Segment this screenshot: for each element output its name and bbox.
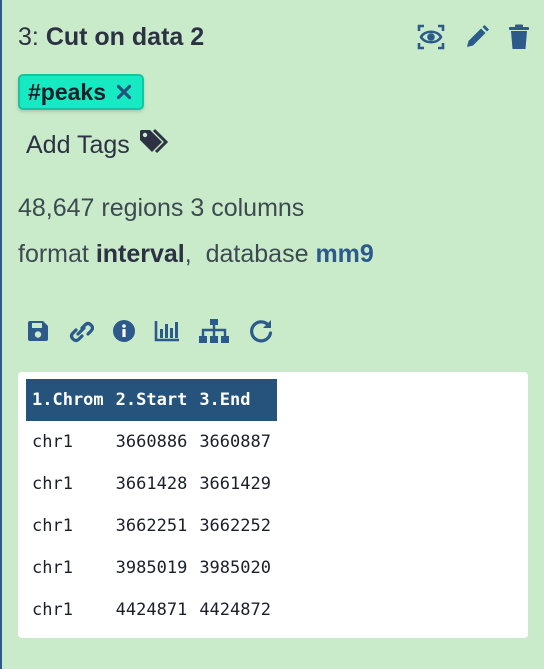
table-row: chr1 3661428 3661429 bbox=[26, 463, 277, 505]
table-cell: 3661429 bbox=[199, 474, 271, 494]
table-row: chr1 3660886 3660887 bbox=[26, 421, 277, 463]
format-prefix: format bbox=[18, 240, 89, 268]
table-row: chr1 3985019 3985020 bbox=[26, 547, 277, 589]
tag-label: #peaks bbox=[28, 78, 107, 105]
tags-icon bbox=[138, 128, 172, 163]
dataset-toolbar bbox=[26, 318, 274, 344]
info-icon[interactable] bbox=[112, 319, 136, 343]
format-separator: , bbox=[184, 240, 192, 268]
table-row: chr1 3662251 3662252 bbox=[26, 505, 277, 547]
dataset-header[interactable]: 3: Cut on data 2 bbox=[18, 20, 530, 54]
dataset-peek: 1.Chrom 2.Start 3.End chr1 3660886 36608… bbox=[18, 372, 528, 638]
column-header: 1.Chrom bbox=[26, 379, 110, 421]
table-cell: 3662252 bbox=[199, 516, 271, 536]
table-cell: chr1 bbox=[32, 516, 73, 536]
save-icon[interactable] bbox=[26, 319, 50, 343]
add-tags-label: Add Tags bbox=[26, 130, 130, 159]
table-cell: 3660887 bbox=[199, 432, 271, 452]
eye-icon[interactable] bbox=[416, 22, 446, 52]
database-value[interactable]: mm9 bbox=[315, 240, 373, 268]
peek-table: 1.Chrom 2.Start 3.End chr1 3660886 36608… bbox=[26, 379, 277, 631]
database-prefix: database bbox=[205, 240, 309, 268]
dataset-format-line: format interval, database mm9 bbox=[18, 240, 374, 269]
table-cell: 3985019 bbox=[115, 558, 188, 578]
table-cell: chr1 bbox=[32, 558, 73, 578]
dataset-hid: 3: bbox=[18, 22, 39, 51]
panel-border bbox=[0, 0, 2, 669]
sitemap-icon[interactable] bbox=[198, 318, 230, 344]
table-cell: 3660886 bbox=[115, 432, 188, 452]
format-value: interval bbox=[95, 240, 185, 268]
table-cell: 4424872 bbox=[199, 600, 271, 620]
add-tags-button[interactable]: Add Tags bbox=[26, 128, 172, 162]
table-cell: chr1 bbox=[32, 432, 73, 452]
tag-list: #peaks bbox=[18, 74, 145, 110]
dataset-summary: 48,647 regions 3 columns bbox=[18, 194, 305, 222]
table-cell: chr1 bbox=[32, 474, 73, 494]
dataset-title[interactable]: 3: Cut on data 2 bbox=[18, 23, 204, 52]
table-cell: 4424871 bbox=[115, 600, 188, 620]
column-header: 3.End bbox=[193, 379, 277, 421]
redo-icon[interactable] bbox=[248, 318, 274, 344]
link-icon[interactable] bbox=[68, 318, 94, 344]
peek-header-row: 1.Chrom 2.Start 3.End bbox=[26, 379, 277, 421]
table-cell: 3985020 bbox=[199, 558, 271, 578]
close-icon[interactable] bbox=[116, 84, 132, 100]
table-cell: chr1 bbox=[32, 600, 73, 620]
chart-icon[interactable] bbox=[154, 319, 180, 343]
tag-peaks[interactable]: #peaks bbox=[18, 74, 145, 110]
trash-icon[interactable] bbox=[508, 24, 530, 50]
table-row: chr1 4424871 4424872 bbox=[26, 589, 277, 631]
table-cell: 3662251 bbox=[115, 516, 188, 536]
table-cell: 3661428 bbox=[115, 474, 188, 494]
dataset-name: Cut on data 2 bbox=[45, 22, 205, 51]
dataset-actions bbox=[416, 22, 530, 52]
pencil-icon[interactable] bbox=[464, 24, 490, 50]
column-header: 2.Start bbox=[109, 379, 194, 421]
